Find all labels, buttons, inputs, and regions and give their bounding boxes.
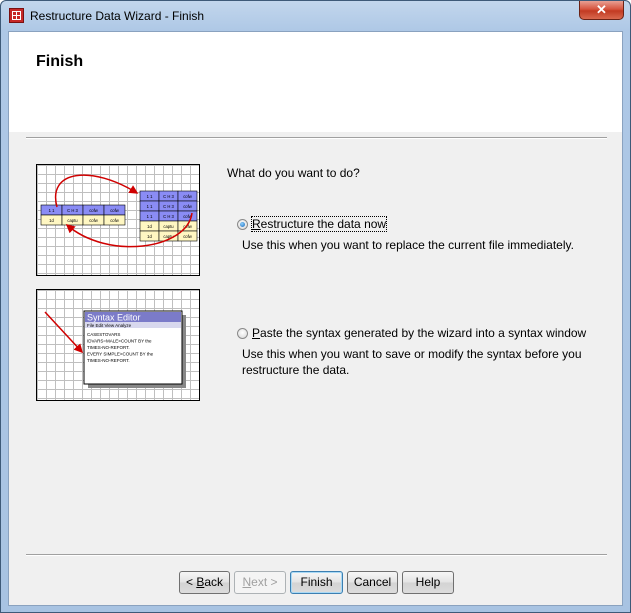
table-cell-text: 1 1 — [147, 194, 153, 199]
table-cell-text: 1d — [147, 234, 152, 239]
cancel-button[interactable]: Cancel — [347, 571, 398, 594]
table-cell-text: 1d — [49, 218, 54, 223]
header-divider — [26, 137, 607, 139]
editor-line: CASESTOVARS — [87, 332, 120, 337]
restructure-illustration: 1 1 C H 3 cofw cofw 1d captu cofw cofw 1 1 C H 3… — [36, 164, 200, 276]
option-description-restructure: Use this when you want to replace the cu… — [242, 238, 574, 252]
next-button[interactable]: Next > — [234, 571, 286, 594]
next-rest: ext > — [251, 575, 278, 589]
table-cell-text: 1 1 — [49, 208, 55, 213]
mnemonic-r: R — [252, 217, 261, 231]
option-description-paste: Use this when you want to save or modify… — [242, 347, 582, 377]
table-cell-text: C H 3 — [67, 208, 78, 213]
table-cell-text: 1 1 — [147, 214, 153, 219]
radio-restructure-now[interactable] — [237, 219, 248, 230]
footer-divider — [26, 554, 607, 556]
editor-menu: File Edit View Analyze — [87, 323, 132, 328]
editor-line: TIMES-NO-REFORT. — [87, 345, 130, 350]
close-button[interactable]: ✕ — [579, 1, 624, 20]
radio-paste-syntax[interactable] — [237, 328, 248, 339]
back-prefix: < — [185, 575, 197, 589]
header-area: Finish — [9, 32, 622, 132]
title-bar[interactable]: Restructure Data Wizard - Finish ✕ — [1, 1, 630, 31]
option-label-restructure[interactable]: Restructure the data now — [250, 216, 388, 232]
table-cell-text: cofw — [183, 234, 193, 239]
mnemonic-p: P — [252, 326, 261, 340]
table-cell-text: cofw — [110, 218, 120, 223]
table-cell-text: C H 3 — [163, 214, 174, 219]
finish-button[interactable]: Finish — [290, 571, 343, 594]
question-label: What do you want to do? — [227, 166, 360, 180]
editor-line: EVERY SIMPLE>COUNT BY the — [87, 352, 154, 357]
table-cell-text: cofw — [89, 218, 99, 223]
table-cell-text: cofw — [110, 208, 120, 213]
transform-arrow-top — [54, 174, 139, 208]
editor-title: Syntax Editor — [87, 313, 141, 323]
editor-line: IDVARS=MALE>COUNT BY the — [87, 339, 152, 344]
table-cell-text: 1d — [147, 224, 152, 229]
label-text: estructure the data now — [260, 217, 387, 231]
option-label-paste[interactable]: Paste the syntax generated by the wizard… — [252, 326, 586, 340]
dialog-body: Finish 1 1 C H 3 cofw cofw 1d captu cofw cofw 1… — [8, 31, 623, 606]
syntax-diagram: Syntax Editor File Edit View Analyze CAS… — [44, 310, 186, 388]
table-cell-text: C H 3 — [163, 204, 174, 209]
restructure-diagram: 1 1 C H 3 cofw cofw 1d captu cofw cofw 1 1 C H 3… — [40, 174, 198, 248]
wizard-window: Restructure Data Wizard - Finish ✕ Finis… — [0, 0, 631, 613]
target-table: 1 1 C H 3 cofw 1 1 C H 3 cofw 1 1 C H 3 cofw 1d ca… — [139, 190, 198, 242]
table-cell-text: cofw — [183, 204, 193, 209]
source-table: 1 1 C H 3 cofw cofw 1d captu cofw cofw — [40, 204, 126, 226]
back-rest: ack — [204, 575, 224, 589]
syntax-illustration: Syntax Editor File Edit View Analyze CAS… — [36, 289, 200, 401]
table-cell-text: captu — [163, 224, 174, 229]
label-text: aste the syntax generated by the wizard … — [260, 326, 587, 340]
paste-arrow — [44, 311, 84, 354]
spreadsheet-app-icon — [9, 8, 24, 23]
page-title: Finish — [36, 53, 84, 70]
table-cell-text: cofw — [89, 208, 99, 213]
table-cell-text: 1 1 — [147, 204, 153, 209]
next-mnemonic: N — [242, 575, 252, 589]
window-title: Restructure Data Wizard - Finish — [30, 9, 205, 23]
help-button[interactable]: Help — [402, 571, 454, 594]
back-button[interactable]: < Back — [179, 571, 230, 594]
table-cell-text: cofw — [183, 194, 193, 199]
table-cell-text: captu — [67, 218, 78, 223]
table-cell-text: C H 3 — [163, 194, 174, 199]
editor-line: TIMES-NO-REFORT. — [87, 358, 130, 363]
